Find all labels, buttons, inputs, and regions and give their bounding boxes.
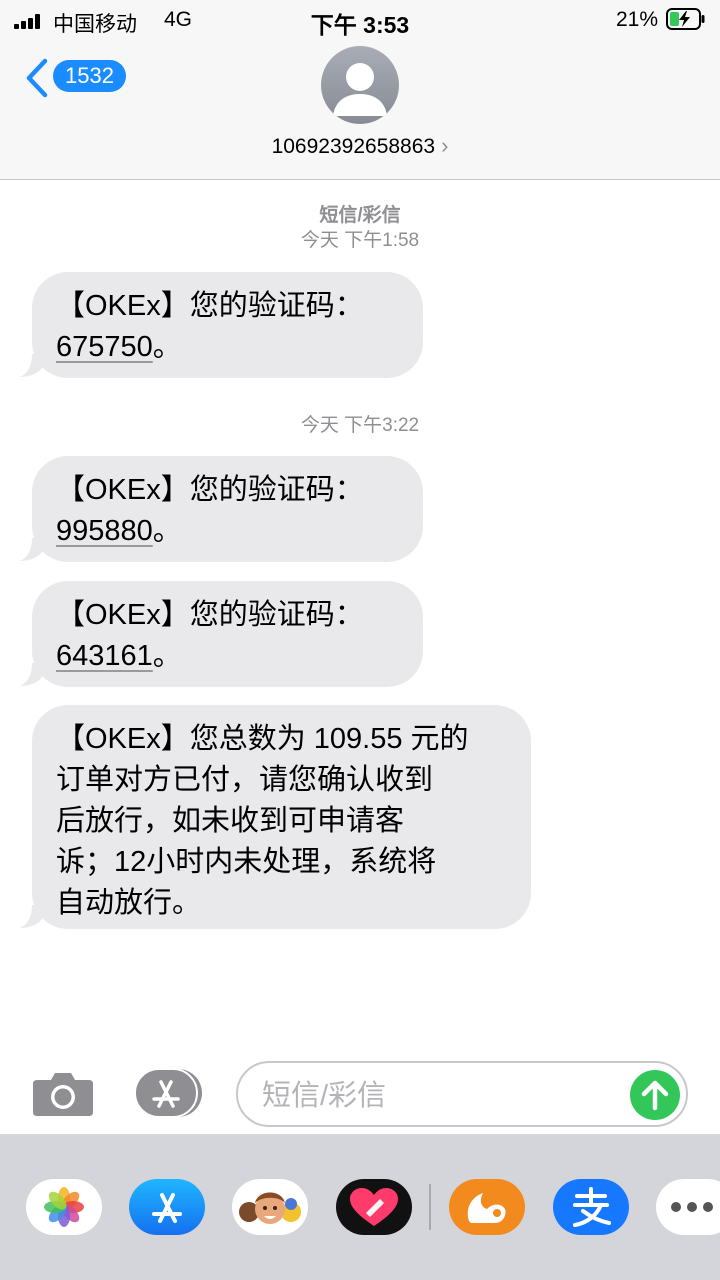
conversation-header: 1532 10692392658863 › <box>0 40 720 180</box>
message-bubble-3[interactable]: 【OKEx】您的验证码： 643161。 <box>20 581 423 687</box>
battery-charging-icon <box>666 8 705 30</box>
unread-count-badge: 1532 <box>53 60 126 92</box>
message-suffix: 。 <box>152 515 182 547</box>
message-line: 订单对方已付，请您确认收到 <box>56 764 434 796</box>
photos-app-icon[interactable] <box>26 1179 102 1235</box>
camera-button[interactable] <box>33 1070 93 1116</box>
battery-percent: 21% <box>615 8 658 31</box>
contact-number: 10692392658863 <box>271 135 436 158</box>
bubble-tail <box>20 538 42 561</box>
contact-avatar[interactable] <box>321 46 399 124</box>
squirrel-icon <box>467 1193 506 1223</box>
message-suffix: 。 <box>152 331 182 363</box>
person-avatar-icon <box>333 63 387 116</box>
verification-code-link[interactable]: 643161 <box>56 640 153 672</box>
arrow-up-icon <box>641 1080 669 1111</box>
message-type-label: 短信/彩信 <box>319 205 401 226</box>
message-timestamp-2: 今天 下午3:22 <box>0 413 720 438</box>
message-bubble-4[interactable]: 【OKEx】您总数为 109.55 元的 订单对方已付，请您确认收到 后放行，如… <box>20 705 531 929</box>
app-store-button[interactable] <box>134 1068 204 1118</box>
back-button[interactable]: 1532 <box>20 54 130 98</box>
bubble-tail <box>20 905 42 928</box>
message-time: 今天 下午3:22 <box>300 415 420 436</box>
message-bubble-2[interactable]: 【OKEx】您的验证码： 995880。 <box>20 456 423 562</box>
bubble-tail <box>20 354 42 377</box>
message-bubble-1[interactable]: 【OKEx】您的验证码： 675750。 <box>20 272 423 378</box>
chevron-right-icon: › <box>441 133 449 158</box>
message-line: 【OKEx】您总数为 109.55 元的 <box>56 723 469 755</box>
status-bar: 中国移动 4G 下午 3:53 21% <box>0 0 720 40</box>
message-text: 【OKEx】您的验证码： <box>56 599 364 631</box>
message-text: 【OKEx】您的验证码： <box>56 474 364 506</box>
message-line: 诉；12小时内未处理，系统将 <box>56 846 437 878</box>
status-time: 下午 3:53 <box>310 12 410 38</box>
alipay-app-icon[interactable] <box>553 1179 629 1235</box>
chevron-left-icon <box>26 58 48 98</box>
send-button[interactable] <box>630 1070 680 1120</box>
uc-browser-app-icon[interactable] <box>449 1179 525 1235</box>
alipay-icon <box>573 1187 611 1227</box>
memoji-app-icon[interactable] <box>232 1179 308 1235</box>
imessage-app-drawer <box>0 1134 720 1280</box>
camera-icon <box>33 1073 93 1116</box>
more-icon <box>671 1202 713 1212</box>
app-store-app-icon[interactable] <box>129 1179 205 1235</box>
more-apps-button[interactable] <box>656 1179 720 1235</box>
message-suffix: 。 <box>152 640 182 672</box>
message-text: 【OKEx】您的验证码： <box>56 290 364 322</box>
compose-bar <box>0 1050 720 1134</box>
message-time: 今天 下午1:58 <box>300 230 420 251</box>
message-line: 自动放行。 <box>56 887 202 919</box>
photos-icon <box>44 1187 84 1227</box>
verification-code-link[interactable]: 995880 <box>56 515 153 547</box>
memoji-icon <box>239 1192 301 1224</box>
message-input[interactable] <box>236 1061 688 1127</box>
app-store-icon <box>152 1193 182 1223</box>
verification-code-link[interactable]: 675750 <box>56 331 153 363</box>
message-timestamp-1: 短信/彩信 今天 下午1:58 <box>0 203 720 253</box>
heart-icon <box>350 1188 398 1226</box>
digital-touch-app-icon[interactable] <box>336 1179 412 1235</box>
message-line: 后放行，如未收到可申请客 <box>56 805 405 837</box>
drawer-divider <box>429 1184 431 1230</box>
contact-details-button[interactable]: 10692392658863 › <box>0 133 720 159</box>
message-text-field[interactable] <box>260 1075 624 1117</box>
bubble-tail <box>20 663 42 686</box>
app-store-icon <box>134 1068 202 1118</box>
